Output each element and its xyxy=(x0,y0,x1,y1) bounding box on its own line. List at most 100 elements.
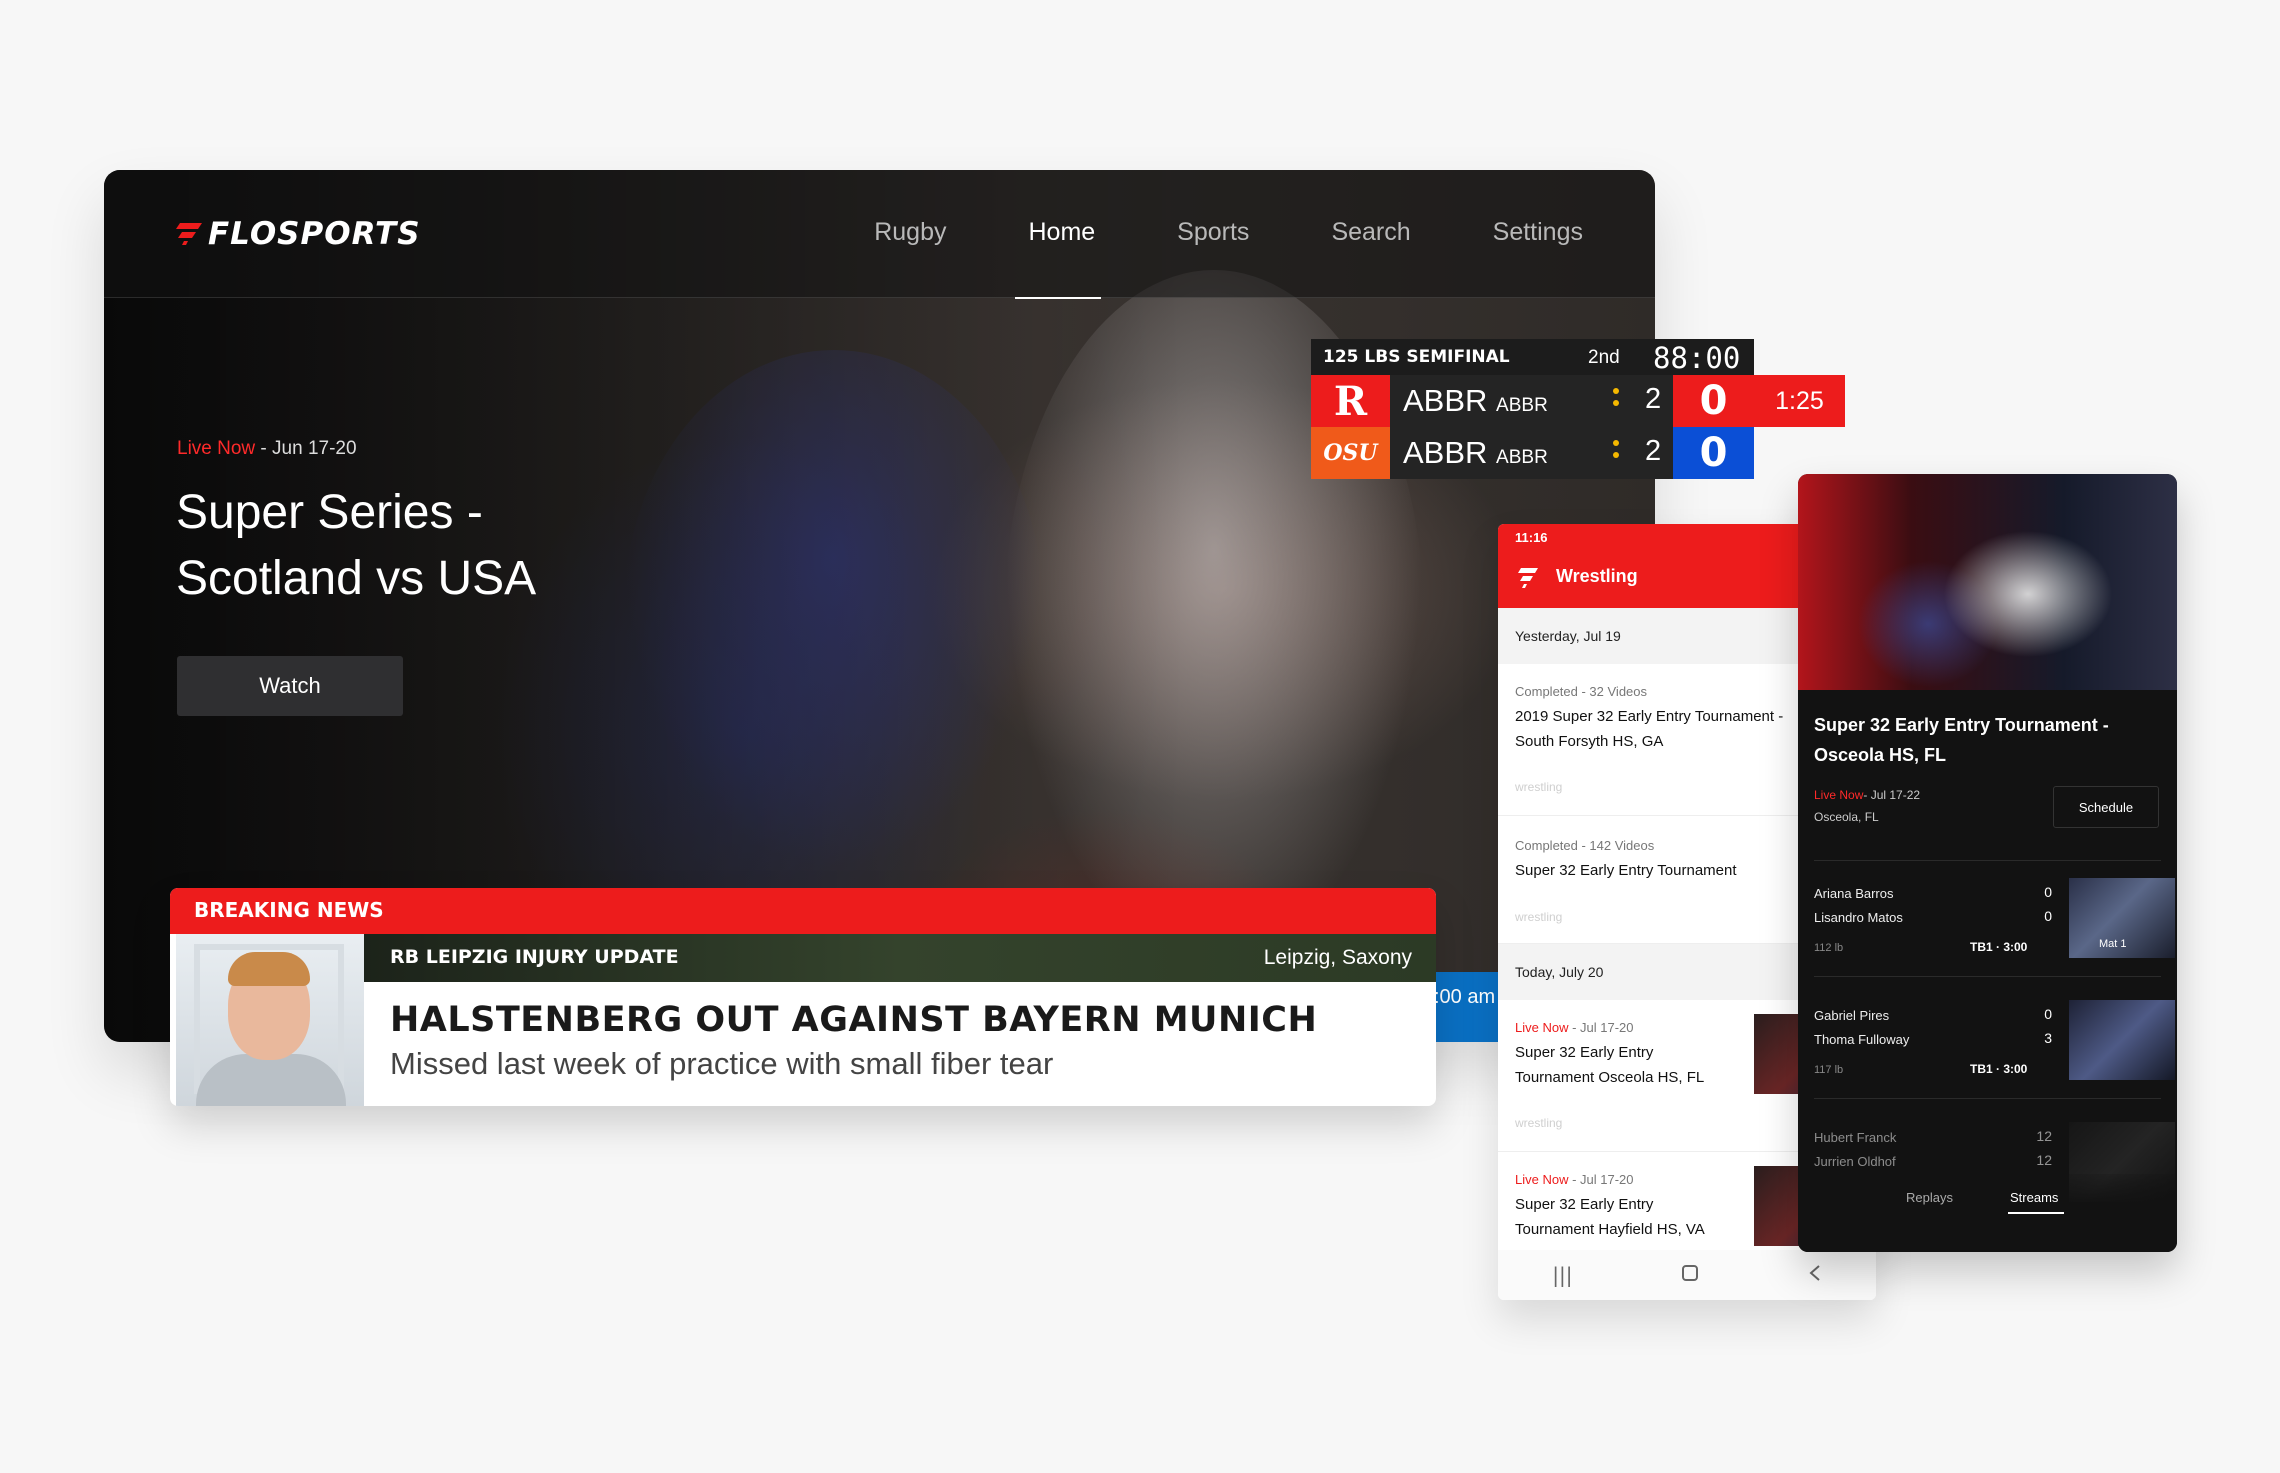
item-tag: wrestling xyxy=(1515,910,1563,924)
scoreboard-header: 125 LBS SEMIFINAL 2nd 88:00 xyxy=(1311,339,1754,375)
item-tag: wrestling xyxy=(1515,780,1563,794)
event-meta: Live Now- Jul 17-22 xyxy=(1814,788,1920,802)
news-sub-title: RB LEIPZIG INJURY UPDATE xyxy=(390,946,679,968)
wrestler-a: Gabriel Pires xyxy=(1814,1008,1890,1023)
photo-shirt xyxy=(196,1054,346,1106)
score-a: 0 xyxy=(2044,884,2052,900)
weight-class: 117 lb xyxy=(1814,1064,1844,1076)
phone-event-detail: Super 32 Early Entry Tournament - Osceol… xyxy=(1798,474,2177,1252)
item-extra: - Jul 17-20 xyxy=(1568,1172,1634,1187)
scoreboard-row-1: R ABBR ABBR 2 0 xyxy=(1311,375,1754,427)
event-title: Super 32 Early Entry Tournament - Osceol… xyxy=(1814,715,2109,765)
rutgers-logo: R xyxy=(1311,375,1390,427)
schedule-button[interactable]: Schedule xyxy=(2053,786,2159,828)
wrestler-a: Hubert Franck xyxy=(1814,1130,1897,1145)
watch-button[interactable]: Watch xyxy=(177,656,403,716)
match-row[interactable]: Gabriel Pires 0 Thoma Fulloway 3 117 lb … xyxy=(1814,1000,2175,1084)
team-abbr-main: ABBR xyxy=(1403,383,1488,418)
divider xyxy=(1814,976,2161,977)
item-name-2: South Forsyth HS, GA xyxy=(1515,733,1664,750)
score-b: 12 xyxy=(2036,1152,2052,1168)
event-name: 125 LBS SEMIFINAL xyxy=(1323,347,1510,367)
period-time: 1:25 xyxy=(1754,375,1845,427)
wrestler-b: Thoma Fulloway xyxy=(1814,1032,1910,1047)
item-name-2: Tournament Osceola HS, FL xyxy=(1515,1069,1705,1086)
score-b: 0 xyxy=(2044,908,2052,924)
news-location: Leipzig, Saxony xyxy=(1263,946,1412,969)
player-photo xyxy=(176,934,364,1106)
wrestler-b: Jurrien Oldhof xyxy=(1814,1154,1896,1169)
partial-time: :00 am xyxy=(1434,986,1496,1008)
breaking-news-banner: BREAKING NEWS xyxy=(170,888,1436,934)
tiebreak-time: TB1 · 3:00 xyxy=(1970,1062,2028,1076)
logo-text: FLOSPORTS xyxy=(208,216,421,252)
bottom-tabs: Replays Streams xyxy=(1798,1174,2177,1252)
tv-nav: Rugby Home Sports Search Settings xyxy=(792,218,1583,247)
nav-active-underline xyxy=(1015,297,1101,299)
points: 0 xyxy=(1673,375,1754,427)
mat-label: Mat 1 xyxy=(2099,938,2127,950)
team-abbr: ABBR ABBR xyxy=(1403,435,1548,471)
item-meta: Completed - 142 Videos xyxy=(1515,838,1654,853)
photo-hair xyxy=(228,952,310,986)
item-status: Live Now xyxy=(1515,1020,1569,1035)
item-name-1: Super 32 Early Entry Tournament xyxy=(1515,862,1737,879)
item-meta: Completed - 32 Videos xyxy=(1515,684,1647,699)
nav-search[interactable]: Search xyxy=(1331,218,1410,247)
nav-sports[interactable]: Sports xyxy=(1177,218,1249,247)
news-subheader: RB LEIPZIG INJURY UPDATE Leipzig, Saxony xyxy=(364,934,1436,982)
flo-mark-icon xyxy=(176,223,202,245)
nav-home[interactable]: Home xyxy=(1028,218,1095,247)
period: 2nd xyxy=(1588,347,1620,368)
score-a: 0 xyxy=(2044,1006,2052,1022)
hero-title: Super Series - Scotland vs USA xyxy=(176,486,537,605)
event-date: - Jul 17-22 xyxy=(1863,788,1921,802)
match-thumbnail xyxy=(2069,1000,2175,1080)
status-dots xyxy=(1613,388,1619,414)
hero-date: - Jun 17-20 xyxy=(255,438,357,459)
item-name-1: Super 32 Early Entry xyxy=(1515,1196,1654,1213)
live-now-label: Live Now xyxy=(177,438,256,459)
nav-settings[interactable]: Settings xyxy=(1493,218,1583,247)
back-icon[interactable] xyxy=(1808,1263,1822,1287)
match-clock: 88:00 xyxy=(1653,341,1741,375)
wrestler-a: Ariana Barros xyxy=(1814,886,1894,901)
wrestler-b: Lisandro Matos xyxy=(1814,910,1903,925)
match-thumbnail: Mat 1 xyxy=(2069,878,2175,958)
item-extra: - Jul 17-20 xyxy=(1568,1020,1634,1035)
osu-logo: OSU xyxy=(1311,427,1390,479)
score-b: 3 xyxy=(2044,1030,2052,1046)
scoreboard-row-2: OSU ABBR ABBR 2 0 xyxy=(1311,427,1754,479)
tab-streams[interactable]: Streams xyxy=(2010,1190,2058,1205)
recent-apps-icon[interactable]: ||| xyxy=(1552,1263,1572,1287)
item-name-2: Tournament Hayfield HS, VA xyxy=(1515,1221,1705,1238)
status-time: 11:16 xyxy=(1515,530,1548,545)
item-tag: wrestling xyxy=(1515,1116,1563,1130)
item-status: Completed xyxy=(1515,684,1578,699)
hero-meta: Live Now - Jun 17-20 xyxy=(177,438,357,460)
score-a: 12 xyxy=(2036,1128,2052,1144)
status-dots xyxy=(1613,440,1619,466)
news-deck: Missed last week of practice with small … xyxy=(390,1046,1054,1081)
sub-score: 2 xyxy=(1645,383,1662,415)
breaking-news-card: BREAKING NEWS RB LEIPZIG INJURY UPDATE L… xyxy=(170,888,1436,1106)
item-status: Completed xyxy=(1515,838,1578,853)
team-abbr-small: ABBR xyxy=(1496,395,1548,416)
item-extra: - 32 Videos xyxy=(1577,684,1648,699)
team-abbr-small: ABBR xyxy=(1496,447,1548,468)
item-extra: - 142 Videos xyxy=(1577,838,1655,853)
match-row[interactable]: Ariana Barros 0 Lisandro Matos 0 112 lb … xyxy=(1814,878,2175,962)
flo-mark-icon xyxy=(1518,568,1538,588)
points: 0 xyxy=(1673,427,1754,479)
tab-active-underline xyxy=(2008,1212,2064,1214)
phone-title: Wrestling xyxy=(1556,566,1638,586)
news-headline: HALSTENBERG OUT AGAINST BAYERN MUNICH xyxy=(390,1000,1318,1040)
home-icon[interactable] xyxy=(1681,1263,1699,1287)
weight-class: 112 lb xyxy=(1814,942,1844,954)
nav-rugby[interactable]: Rugby xyxy=(874,218,946,247)
tab-replays[interactable]: Replays xyxy=(1906,1190,1953,1205)
event-location: Osceola, FL xyxy=(1814,810,1879,824)
divider xyxy=(1814,1098,2161,1099)
team-abbr: ABBR ABBR xyxy=(1403,383,1548,419)
item-name-1: 2019 Super 32 Early Entry Tournament - xyxy=(1515,708,1784,725)
